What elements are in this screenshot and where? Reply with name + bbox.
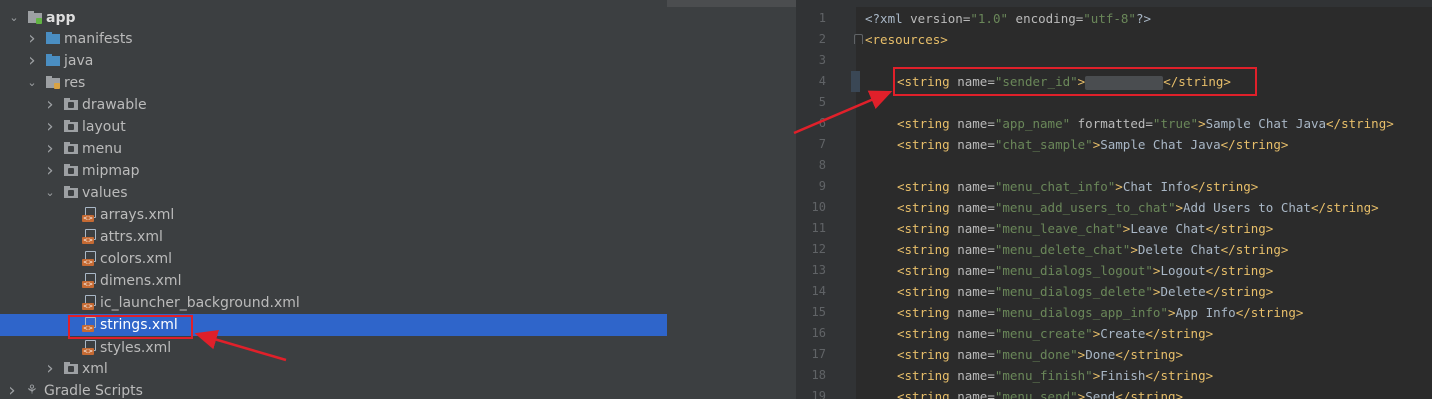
arrow-to-sender-id — [793, 90, 893, 135]
annotation-arrows — [194, 90, 893, 362]
arrow-to-strings-xml — [194, 330, 287, 362]
